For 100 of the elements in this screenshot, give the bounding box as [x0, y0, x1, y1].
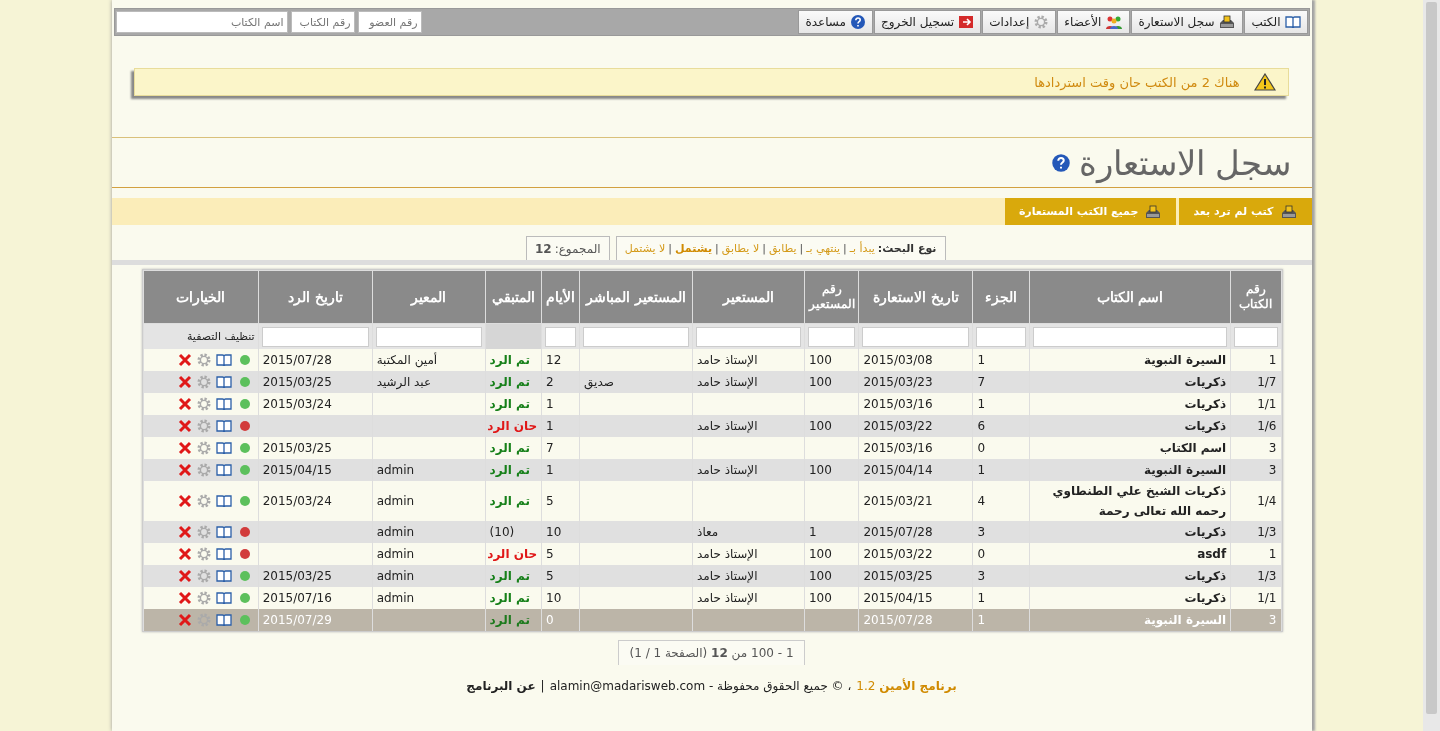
table-cell: تم الرد — [485, 609, 542, 631]
column-header[interactable]: اسم الكتاب — [1029, 270, 1231, 324]
search-type-link[interactable]: ينتهي بـ — [806, 242, 841, 255]
book-icon[interactable] — [216, 526, 232, 539]
book-icon[interactable] — [216, 614, 232, 627]
gear-icon[interactable] — [197, 569, 211, 583]
delete-icon[interactable] — [178, 419, 192, 433]
gear-icon[interactable] — [197, 419, 211, 433]
filter-field[interactable] — [1234, 326, 1278, 347]
column-header[interactable]: تاريخ الاستعارة — [858, 270, 973, 324]
gear-icon[interactable] — [197, 375, 211, 389]
table-cell: 2015/03/22 — [858, 415, 973, 437]
column-header[interactable]: تاريخ الرد — [258, 270, 373, 324]
delete-icon[interactable] — [178, 525, 192, 539]
gear-icon — [1034, 15, 1048, 29]
gear-icon[interactable] — [197, 494, 211, 508]
nav-button[interactable]: الأعضاء — [1057, 10, 1131, 34]
filter-field[interactable] — [261, 326, 369, 347]
search-type-link[interactable]: لا يشتمل — [624, 242, 666, 255]
column-header[interactable]: المعير — [372, 270, 486, 324]
filter-field[interactable] — [696, 326, 801, 347]
search-type-link[interactable]: يشتمل — [675, 242, 713, 255]
clear-filter-link[interactable]: تنظيف التصفية — [143, 323, 259, 349]
gear-icon[interactable] — [197, 525, 211, 539]
table-cell: ذكريات — [1029, 415, 1231, 437]
table-cell: 1/6 — [1230, 415, 1281, 437]
table-cell: ذكريات — [1029, 565, 1231, 587]
table-cell: 2015/03/25 — [258, 371, 373, 393]
delete-icon[interactable] — [178, 353, 192, 367]
gear-icon[interactable] — [197, 547, 211, 561]
nav-button[interactable]: إعدادات — [982, 10, 1057, 34]
book-icon[interactable] — [216, 495, 232, 508]
book-icon[interactable] — [216, 398, 232, 411]
help-icon — [1051, 153, 1070, 172]
column-header[interactable]: الجزء — [972, 270, 1030, 324]
table-cell: admin — [372, 521, 486, 543]
book-icon[interactable] — [216, 592, 232, 605]
table-cell: 1 — [972, 459, 1030, 481]
column-header[interactable]: المستعير المباشر — [579, 270, 693, 324]
book-icon[interactable] — [216, 442, 232, 455]
gear-icon[interactable] — [197, 397, 211, 411]
table-cell: تم الرد — [485, 459, 542, 481]
filter-field[interactable] — [976, 326, 1026, 347]
book-icon[interactable] — [216, 548, 232, 561]
toolbar-button[interactable]: كتب لم ترد بعد — [1179, 198, 1312, 225]
page-title: سجل الاستعارة — [1078, 142, 1292, 183]
about-link[interactable]: عن البرنامج — [466, 679, 536, 693]
column-header[interactable]: رقم الكتاب — [1230, 270, 1281, 324]
search-type-link[interactable]: لا يطابق — [721, 242, 760, 255]
nav-button[interactable]: تسجيل الخروج — [874, 10, 982, 34]
column-header[interactable]: رقم المستعير — [804, 270, 859, 324]
search-type-link[interactable]: يطابق — [768, 242, 797, 255]
filter-field[interactable] — [1032, 326, 1228, 347]
delete-icon[interactable] — [178, 547, 192, 561]
book-icon[interactable] — [216, 354, 232, 367]
scrollbar[interactable] — [1423, 0, 1440, 731]
table-cell: 3 — [972, 565, 1030, 587]
column-header[interactable]: المستعير — [692, 270, 805, 324]
separator: | — [843, 242, 847, 255]
column-header[interactable]: المتبقي — [485, 270, 542, 324]
filter-field[interactable] — [808, 326, 856, 347]
separator: | — [540, 679, 545, 693]
toolbar-button[interactable]: جميع الكتب المستعارة — [1004, 198, 1177, 225]
delete-icon[interactable] — [178, 569, 192, 583]
book-icon[interactable] — [216, 464, 232, 477]
filter-field[interactable] — [583, 326, 690, 347]
delete-icon[interactable] — [178, 463, 192, 477]
delete-icon[interactable] — [178, 494, 192, 508]
filter-field[interactable] — [375, 326, 482, 347]
delete-icon[interactable] — [178, 441, 192, 455]
table-cell: 2015/04/14 — [858, 459, 973, 481]
table-cell: admin — [372, 565, 486, 587]
table-cell: ذكريات — [1029, 521, 1231, 543]
table-cell: صديق — [579, 371, 693, 393]
gear-icon[interactable] — [197, 441, 211, 455]
nav-button[interactable]: سجل الاستعارة — [1131, 10, 1244, 34]
column-header[interactable]: الخيارات — [143, 270, 259, 324]
search-type-link[interactable]: يبدأ بـ — [849, 242, 875, 255]
filter-field[interactable] — [862, 326, 970, 347]
search-field[interactable]: رقم العضو — [357, 11, 422, 33]
separator: | — [715, 242, 719, 255]
table-cell: 2015/07/28 — [858, 609, 973, 631]
book-icon[interactable] — [216, 570, 232, 583]
table-cell: 1 — [541, 415, 580, 437]
delete-icon[interactable] — [178, 375, 192, 389]
gear-icon[interactable] — [197, 591, 211, 605]
search-field[interactable]: رقم الكتاب — [290, 11, 355, 33]
delete-icon[interactable] — [178, 613, 192, 627]
gear-icon[interactable] — [197, 353, 211, 367]
tray-icon — [1220, 15, 1235, 28]
gear-icon[interactable] — [197, 463, 211, 477]
search-field[interactable]: اسم الكتاب — [115, 11, 288, 33]
nav-button[interactable]: مساعدة — [798, 10, 873, 34]
delete-icon[interactable] — [178, 591, 192, 605]
book-icon[interactable] — [216, 376, 232, 389]
nav-button[interactable]: الكتب — [1244, 10, 1308, 34]
book-icon[interactable] — [216, 420, 232, 433]
filter-field[interactable] — [545, 326, 577, 347]
delete-icon[interactable] — [178, 397, 192, 411]
column-header[interactable]: الأيام — [541, 270, 580, 324]
